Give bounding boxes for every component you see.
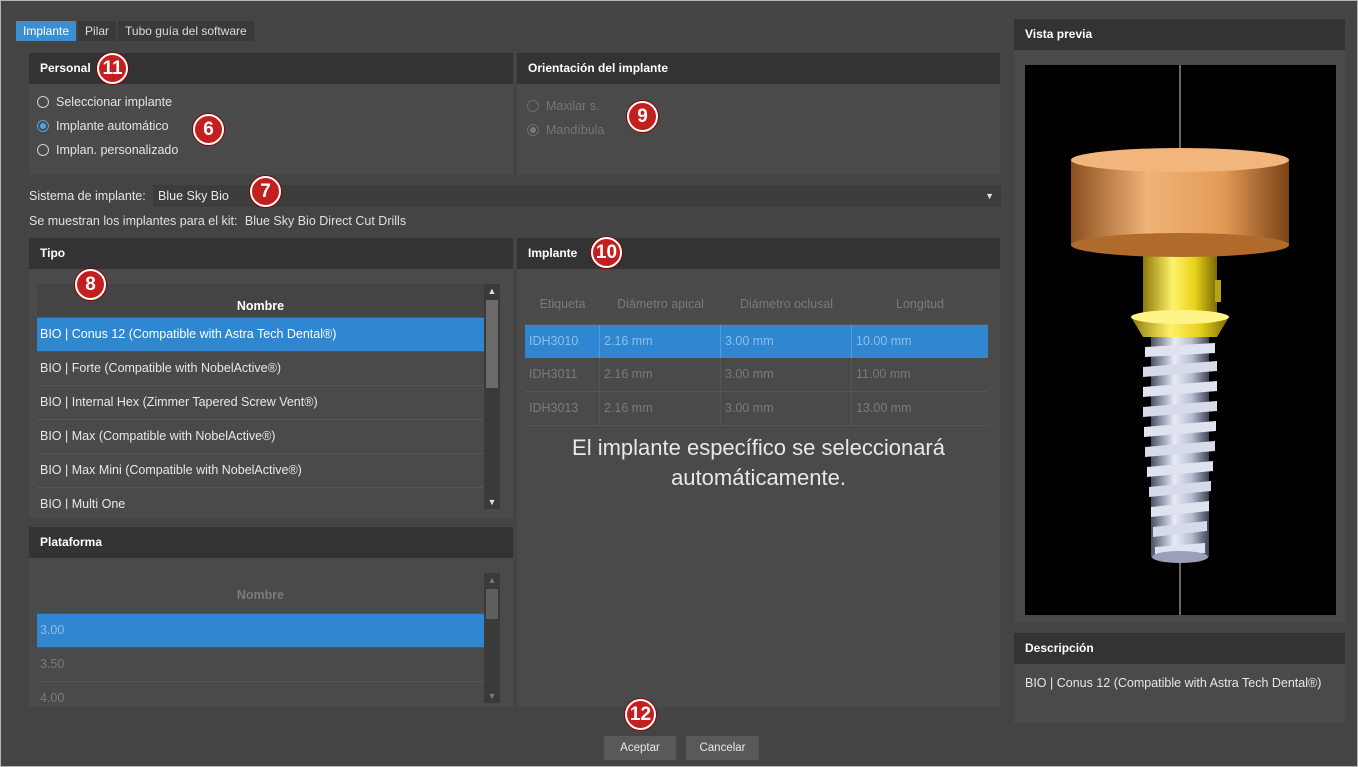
callout-badge: 11 xyxy=(97,53,128,84)
radio-button-icon[interactable] xyxy=(527,124,539,136)
tipo-panel-title: Tipo xyxy=(29,238,513,269)
column-header-diametro-oclusal[interactable]: Diámetro oclusal xyxy=(721,284,852,324)
chevron-down-icon: ▼ xyxy=(985,191,994,201)
plataforma-panel-title: Plataforma xyxy=(29,527,513,558)
table-cell: 3.00 mm xyxy=(721,325,852,358)
column-header-diametro-apical[interactable]: Diámetro apical xyxy=(600,284,721,324)
kit-label: Se muestran los implantes para el kit: xyxy=(29,214,238,228)
table-cell: 10.00 mm xyxy=(856,334,912,348)
tab-tubo-guia[interactable]: Tubo guía del software xyxy=(118,21,254,41)
table-row[interactable]: IDH3011 2.16 mm 3.00 mm 11.00 mm xyxy=(525,358,988,392)
callout-badge: 10 xyxy=(591,237,622,268)
plataforma-column-header[interactable]: Nombre xyxy=(37,573,484,614)
screw-thread-shape xyxy=(1143,337,1217,563)
callout-badge: 12 xyxy=(625,699,656,730)
table-row[interactable]: IDH3010 2.16 mm 3.00 mm 10.00 mm xyxy=(525,325,988,358)
implante-table: Etiqueta Diámetro apical Diámetro oclusa… xyxy=(525,284,988,426)
list-item[interactable]: BIO | Max (Compatible with NobelActive®) xyxy=(37,420,484,454)
scroll-up-icon[interactable]: ▲ xyxy=(484,573,500,587)
table-cell: IDH3010 xyxy=(525,325,600,358)
implante-panel-title: Implante xyxy=(517,238,1000,269)
radio-label: Seleccionar implante xyxy=(56,95,173,109)
callout-badge: 9 xyxy=(627,101,658,132)
table-cell: 3.00 mm xyxy=(721,392,852,425)
descripcion-panel-title: Descripción xyxy=(1014,633,1345,664)
list-item[interactable]: BIO | Max Mini (Compatible with NobelAct… xyxy=(37,454,484,488)
table-row[interactable]: IDH3013 2.16 mm 3.00 mm 13.00 mm xyxy=(525,392,988,426)
list-item[interactable]: 3.50 xyxy=(37,648,484,682)
scroll-down-icon[interactable]: ▼ xyxy=(484,689,500,703)
radio-label: Implante automático xyxy=(56,119,169,133)
radio-seleccionar-implante[interactable]: Seleccionar implante xyxy=(37,90,513,114)
radio-implan-personalizado[interactable]: Implan. personalizado xyxy=(37,138,513,162)
radio-button-icon[interactable] xyxy=(37,120,49,132)
radio-label: Maxilar s. xyxy=(546,99,600,113)
tab-bar: Implante Pilar Tubo guía del software xyxy=(16,21,254,41)
table-cell: 13.00 mm xyxy=(856,401,912,415)
callout-badge: 7 xyxy=(250,176,281,207)
list-item[interactable]: BIO | Forte (Compatible with NobelActive… xyxy=(37,352,484,386)
table-cell: 2.16 mm xyxy=(600,358,721,391)
implante-panel: Implante Etiqueta Diámetro apical Diámet… xyxy=(517,238,1000,707)
descripcion-panel: Descripción BIO | Conus 12 (Compatible w… xyxy=(1014,633,1345,723)
tab-pilar[interactable]: Pilar xyxy=(78,21,117,41)
radio-maxilar[interactable]: Maxilar s. xyxy=(527,94,1000,118)
kit-value: Blue Sky Bio Direct Cut Drills xyxy=(244,214,407,228)
radio-label: Implan. personalizado xyxy=(56,143,179,157)
scroll-down-icon[interactable]: ▼ xyxy=(484,495,500,509)
list-item[interactable]: BIO | Internal Hex (Zimmer Tapered Screw… xyxy=(37,386,484,420)
table-cell: IDH3011 xyxy=(525,358,600,391)
radio-button-icon[interactable] xyxy=(37,96,49,108)
orientacion-panel: Orientación del implante Maxilar s. Mand… xyxy=(517,53,1000,175)
column-header-longitud[interactable]: Longitud xyxy=(852,284,988,324)
scroll-up-icon[interactable]: ▲ xyxy=(484,284,500,298)
orientacion-panel-title: Orientación del implante xyxy=(517,53,1000,84)
plataforma-list: Nombre 3.00 3.50 4.00 xyxy=(37,573,484,703)
plataforma-scrollbar[interactable]: ▲ ▼ xyxy=(484,573,500,703)
table-cell: IDH3013 xyxy=(525,392,600,425)
tipo-scrollbar[interactable]: ▲ ▼ xyxy=(484,284,500,509)
table-cell: 2.16 mm xyxy=(600,325,721,358)
scroll-thumb[interactable] xyxy=(486,300,498,388)
implant-library-dialog: Implante Pilar Tubo guía del software Pe… xyxy=(0,0,1358,767)
radio-button-icon[interactable] xyxy=(37,144,49,156)
cancel-button[interactable]: Cancelar xyxy=(686,736,759,760)
callout-badge: 6 xyxy=(193,114,224,145)
auto-select-message: El implante específico se seleccionará a… xyxy=(572,435,945,490)
descripcion-text: BIO | Conus 12 (Compatible with Astra Te… xyxy=(1025,676,1322,690)
tipo-list: Nombre BIO | Conus 12 (Compatible with A… xyxy=(37,284,484,509)
callout-badge: 8 xyxy=(75,269,106,300)
preview-panel: Vista previa xyxy=(1014,19,1345,623)
tab-implante[interactable]: Implante xyxy=(16,21,77,41)
sistema-select-value: Blue Sky Bio xyxy=(158,189,229,203)
implante-table-header: Etiqueta Diámetro apical Diámetro oclusa… xyxy=(525,284,988,325)
list-item[interactable]: 3.00 xyxy=(37,614,484,648)
table-cell: 2.16 mm xyxy=(600,392,721,425)
sistema-label: Sistema de implante: xyxy=(29,189,146,203)
list-item[interactable]: BIO | Multi One xyxy=(37,488,484,509)
list-item[interactable]: 4.00 xyxy=(37,682,484,703)
accept-button[interactable]: Aceptar xyxy=(604,736,676,760)
radio-label: Mandíbula xyxy=(546,123,605,137)
radio-button-icon[interactable] xyxy=(527,100,539,112)
kit-info: Se muestran los implantes para el kit: B… xyxy=(29,214,406,228)
preview-viewport[interactable] xyxy=(1025,65,1336,615)
list-item[interactable]: BIO | Conus 12 (Compatible with Astra Te… xyxy=(37,318,484,352)
abutment-shape xyxy=(1071,160,1289,245)
table-cell: 11.00 mm xyxy=(856,367,911,381)
implant-3d-render xyxy=(1071,65,1289,615)
radio-implante-automatico[interactable]: Implante automático xyxy=(37,114,513,138)
plataforma-panel: Plataforma Nombre 3.00 3.50 4.00 ▲ ▼ xyxy=(29,527,513,707)
scroll-thumb[interactable] xyxy=(486,589,498,619)
column-header-etiqueta[interactable]: Etiqueta xyxy=(525,284,600,324)
preview-panel-title: Vista previa xyxy=(1014,19,1345,50)
table-cell: 3.00 mm xyxy=(721,358,852,391)
radio-mandibula[interactable]: Mandíbula xyxy=(527,118,1000,142)
